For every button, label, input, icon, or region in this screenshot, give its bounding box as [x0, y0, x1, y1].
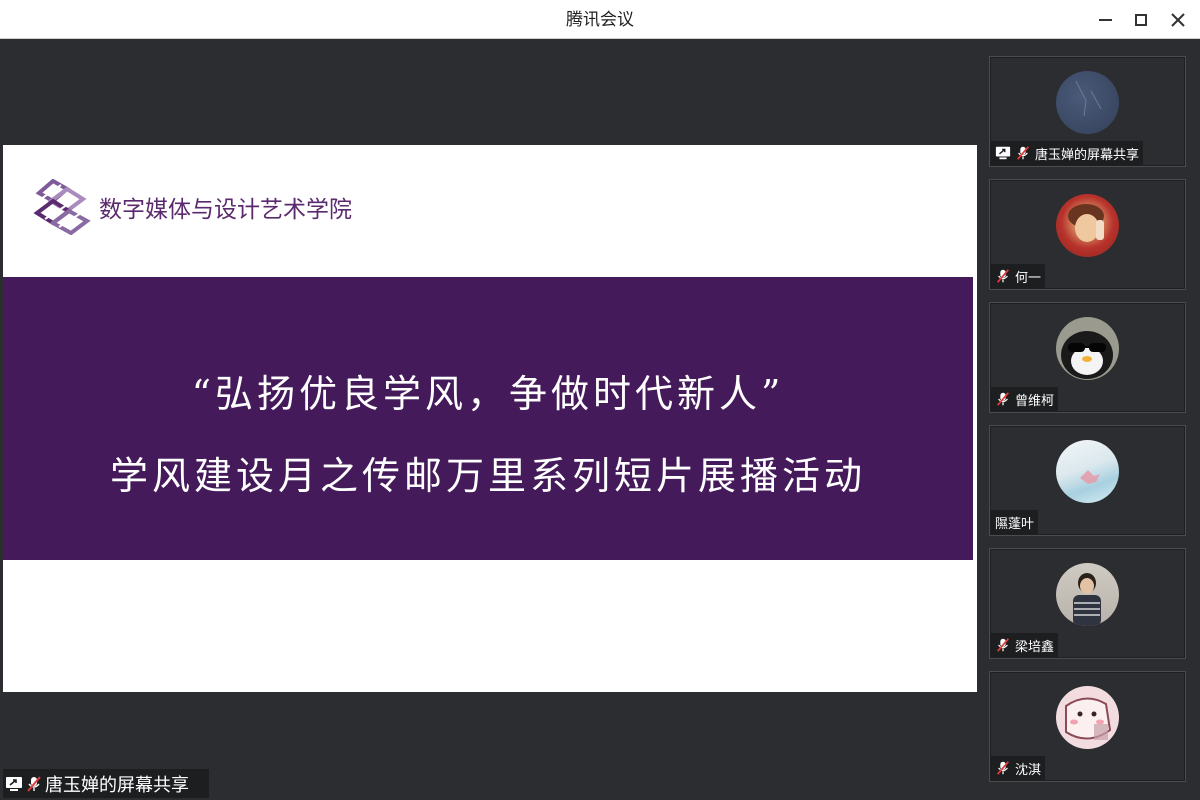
participant-label: 隰蓬叶 — [991, 510, 1039, 534]
participant-tile[interactable]: 沈淇 — [989, 671, 1186, 782]
mic-muted-icon — [995, 391, 1011, 407]
screen-share-icon — [995, 145, 1011, 161]
participant-label: 曾维柯 — [991, 387, 1059, 411]
banner-headline: “弘扬优良学风，争做时代新人” — [191, 372, 785, 416]
close-icon — [1171, 13, 1185, 27]
screen-share-icon — [5, 775, 23, 793]
avatar — [1056, 563, 1119, 626]
mic-muted-icon — [25, 775, 43, 793]
avatar — [1056, 317, 1119, 380]
mic-muted-icon — [1015, 145, 1031, 161]
participant-tile[interactable]: 何一 — [989, 179, 1186, 290]
college-logo: 数字媒体与设计艺术学院 — [31, 179, 352, 235]
participant-name: 沈淇 — [1015, 762, 1042, 778]
shared-screen[interactable]: 数字媒体与设计艺术学院 “弘扬优良学风，争做时代新人” 学风建设月之传邮万里系列… — [3, 40, 977, 797]
participant-name: 曾维柯 — [1015, 393, 1055, 409]
banner-subheadline: 学风建设月之传邮万里系列短片展播活动 — [109, 454, 866, 498]
title-bar: 腾讯会议 — [0, 0, 1200, 39]
avatar — [1056, 194, 1119, 257]
participant-tile[interactable]: 唐玉婵的屏幕共享 — [989, 56, 1186, 167]
window-title: 腾讯会议 — [566, 10, 634, 30]
screen-share-label: 唐玉婵的屏幕共享 — [3, 769, 209, 798]
minimize-icon — [1098, 19, 1112, 21]
participant-tile[interactable]: 隰蓬叶 — [989, 425, 1186, 536]
participant-label: 唐玉婵的屏幕共享 — [991, 141, 1144, 165]
participant-tile[interactable]: 梁培鑫 — [989, 548, 1186, 659]
avatar — [1056, 440, 1119, 503]
screen-share-label-text: 唐玉婵的屏幕共享 — [45, 774, 189, 796]
maximize-icon — [1135, 14, 1147, 26]
college-name: 数字媒体与设计艺术学院 — [99, 197, 352, 223]
participant-label: 梁培鑫 — [991, 633, 1059, 657]
presentation-slide: 数字媒体与设计艺术学院 “弘扬优良学风，争做时代新人” 学风建设月之传邮万里系列… — [3, 145, 977, 692]
participant-name: 梁培鑫 — [1015, 639, 1055, 655]
mic-muted-icon — [995, 637, 1011, 653]
participant-list: 唐玉婵的屏幕共享 何一 曾维柯 隰蓬叶 梁培鑫 沈淇 — [977, 40, 1200, 800]
minimize-button[interactable] — [1090, 6, 1120, 34]
participant-label: 何一 — [991, 264, 1046, 288]
participant-label: 沈淇 — [991, 756, 1046, 780]
avatar — [1056, 686, 1119, 749]
maximize-button[interactable] — [1126, 6, 1156, 34]
mic-muted-icon — [995, 760, 1011, 776]
avatar — [1056, 71, 1119, 134]
participant-name: 唐玉婵的屏幕共享 — [1035, 147, 1140, 163]
participant-name: 隰蓬叶 — [995, 516, 1035, 532]
participant-tile[interactable]: 曾维柯 — [989, 302, 1186, 413]
close-button[interactable] — [1163, 6, 1193, 34]
participant-name: 何一 — [1015, 270, 1042, 286]
slide-banner: “弘扬优良学风，争做时代新人” 学风建设月之传邮万里系列短片展播活动 — [3, 277, 973, 560]
mic-muted-icon — [995, 268, 1011, 284]
college-logo-icon — [33, 179, 91, 235]
